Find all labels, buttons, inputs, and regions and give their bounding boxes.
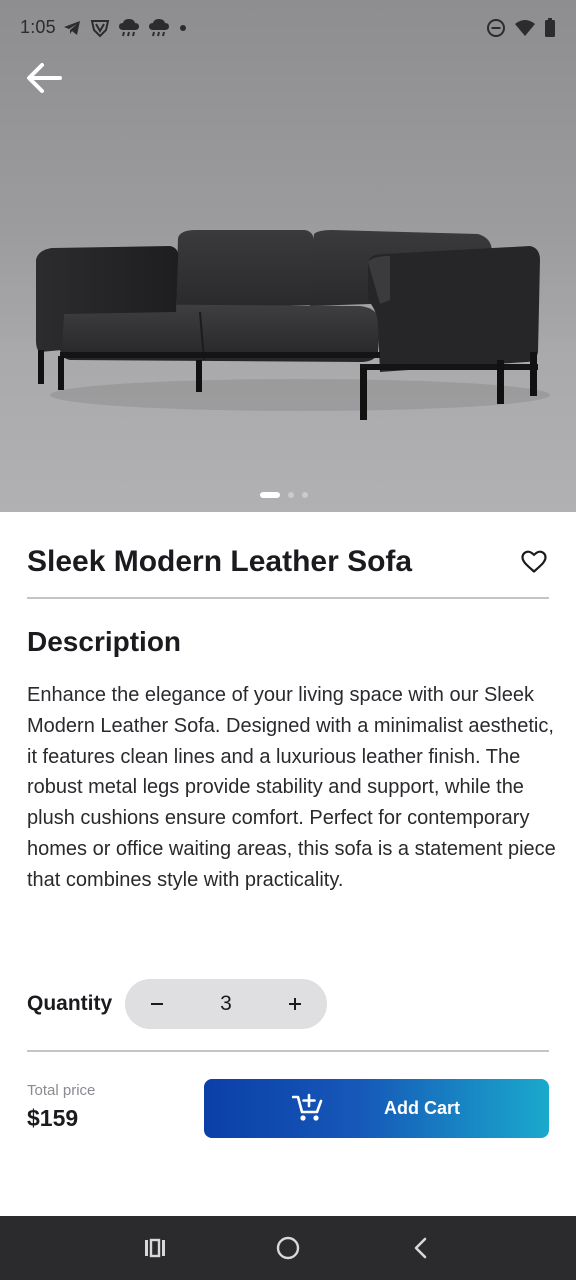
- telegram-icon: [64, 21, 80, 35]
- back-nav-button[interactable]: [405, 1232, 437, 1264]
- dot-icon: [180, 25, 186, 31]
- cloud-rain-icon: [119, 19, 139, 37]
- carousel-dot[interactable]: [302, 492, 308, 498]
- home-button[interactable]: [272, 1232, 304, 1264]
- total-price-label: Total price: [27, 1082, 96, 1099]
- quantity-stepper: 3: [125, 979, 327, 1029]
- status-time: 1:05: [20, 17, 56, 37]
- back-button[interactable]: [20, 56, 68, 100]
- add-cart-label: Add Cart: [384, 1098, 460, 1118]
- product-title: Sleek Modern Leather Sofa: [27, 545, 413, 578]
- add-cart-button[interactable]: Add Cart: [204, 1079, 549, 1138]
- description-text: Enhance the elegance of your living spac…: [27, 684, 556, 891]
- description-heading: Description: [27, 626, 182, 657]
- battery-icon: [545, 18, 555, 37]
- quantity-value: 3: [220, 992, 232, 1015]
- plus-icon: [289, 998, 301, 1010]
- cloud-rain-icon: [149, 19, 169, 37]
- carousel-indicator: [260, 492, 308, 498]
- cart-add-icon: [292, 1093, 323, 1121]
- wifi-icon: [515, 20, 535, 36]
- favorite-button[interactable]: [519, 547, 549, 577]
- quantity-label: Quantity: [27, 992, 113, 1015]
- decrement-button[interactable]: [125, 979, 189, 1029]
- carousel-dot[interactable]: [288, 492, 294, 498]
- minus-icon: [151, 1003, 163, 1005]
- do-not-disturb-icon: [487, 19, 505, 37]
- increment-button[interactable]: [263, 979, 327, 1029]
- sofa-image: [0, 230, 576, 512]
- status-bar: 1:05: [0, 0, 576, 56]
- carousel-dot-active[interactable]: [260, 492, 280, 498]
- divider: [27, 1050, 549, 1052]
- shield-v-icon: [90, 20, 110, 38]
- back-icon: [414, 1237, 427, 1259]
- quantity-row: Quantity 3: [27, 979, 327, 1029]
- divider: [27, 597, 549, 599]
- system-navigation-bar: [0, 1216, 576, 1280]
- total-price-value: $159: [27, 1105, 79, 1131]
- product-image-carousel[interactable]: 1:05: [0, 0, 576, 512]
- home-icon: [276, 1236, 300, 1260]
- recents-icon: [145, 1238, 165, 1258]
- total-price-block: Total price $159: [27, 1082, 95, 1132]
- arrow-left-icon: [27, 63, 62, 93]
- product-header: Sleek Modern Leather Sofa: [27, 540, 549, 584]
- recents-button[interactable]: [139, 1232, 171, 1264]
- heart-outline-icon: [521, 550, 547, 573]
